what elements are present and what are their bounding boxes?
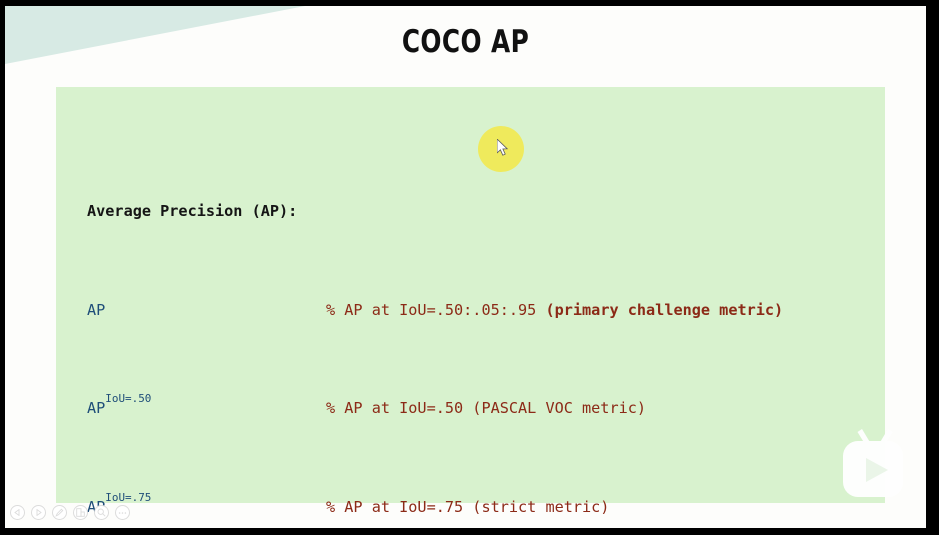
previous-icon[interactable] bbox=[10, 505, 25, 520]
metric-name-base: AP bbox=[87, 399, 106, 418]
metric-row: APIoU=.75% AP at IoU=.75 (strict metric) bbox=[56, 492, 885, 520]
metric-name-base: AP bbox=[87, 300, 106, 319]
metric-name: APIoU=.50 bbox=[87, 393, 326, 421]
metric-name-superscript: IoU=.50 bbox=[105, 392, 152, 406]
next-icon[interactable] bbox=[31, 505, 46, 520]
more-icon[interactable] bbox=[115, 505, 130, 520]
metric-name: AP bbox=[87, 298, 326, 323]
layout-icon[interactable] bbox=[73, 505, 88, 520]
metrics-code-block: Average Precision (AP): AP % AP at IoU=.5… bbox=[56, 101, 885, 528]
page-title: COCO AP bbox=[401, 24, 530, 60]
metric-row: AP % AP at IoU=.50:.05:.95 (primary chall… bbox=[56, 298, 885, 323]
metric-description-emphasis: (primary challenge metric) bbox=[545, 300, 784, 319]
screen-letterbox: COCO AP Average Precision (AP): AP % AP a… bbox=[0, 0, 939, 535]
metric-description: % AP at IoU=.50:.05:.95 (primary challen… bbox=[326, 298, 783, 323]
metric-description: % AP at IoU=.50 (PASCAL VOC metric) bbox=[326, 399, 647, 418]
metric-row: APIoU=.50% AP at IoU=.50 (PASCAL VOC met… bbox=[56, 393, 885, 421]
slide-canvas: COCO AP Average Precision (AP): AP % AP a… bbox=[5, 6, 926, 528]
metric-description: % AP at IoU=.75 (strict metric) bbox=[326, 497, 610, 516]
pen-icon[interactable] bbox=[52, 505, 67, 520]
coco-metrics-panel: Average Precision (AP): AP % AP at IoU=.5… bbox=[56, 87, 885, 516]
metric-description-text: % AP at IoU=.50:.05:.95 bbox=[326, 300, 546, 319]
annotation-toolbar[interactable] bbox=[10, 505, 130, 520]
section-heading: Average Precision (AP): bbox=[87, 202, 298, 221]
search-icon[interactable] bbox=[94, 505, 109, 520]
metric-name-superscript: IoU=.75 bbox=[105, 490, 152, 504]
